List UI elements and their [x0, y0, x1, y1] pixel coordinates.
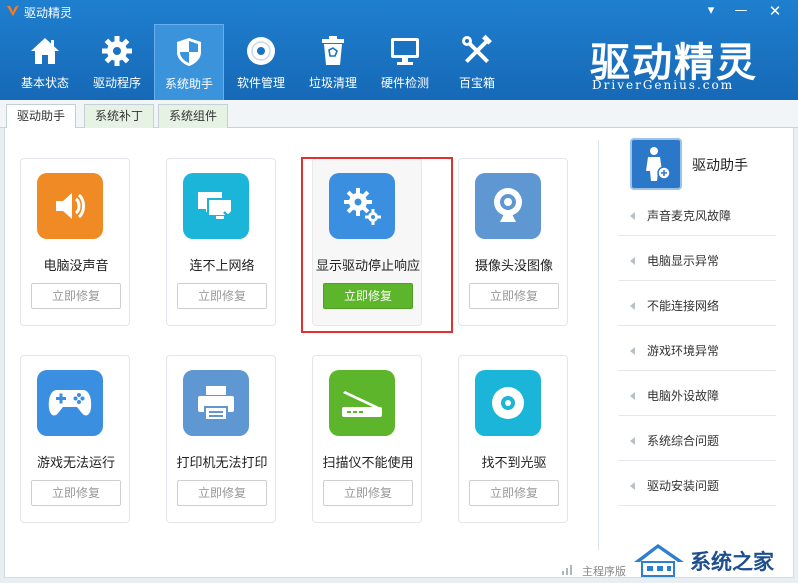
house-icon [31, 38, 59, 64]
arrow-left-icon [630, 481, 635, 490]
card-game-cannot-run[interactable]: 游戏无法运行 立即修复 [20, 355, 130, 523]
card-scanner-unusable[interactable]: 扫描仪不能使用 立即修复 [312, 355, 422, 523]
fix-now-button[interactable]: 立即修复 [31, 480, 121, 506]
card-label: 打印机无法打印 [176, 456, 268, 471]
sidebar-item-system[interactable]: 系统综合问题 [618, 421, 776, 461]
fix-now-button[interactable]: 立即修复 [323, 480, 413, 506]
tool-label: 系统助手 [164, 77, 213, 91]
monitor-icon [391, 38, 419, 65]
tool-label: 基本状态 [20, 76, 69, 90]
selection-highlight [301, 157, 453, 333]
card-optical-drive-missing[interactable]: 找不到光驱 立即修复 [458, 355, 568, 523]
trash-icon [322, 36, 344, 65]
speaker-icon [37, 173, 103, 239]
sidebar-item-label: 驱动安装问题 [647, 479, 720, 493]
tool-junk-cleanup[interactable]: 垃圾清理 [298, 24, 368, 96]
brand-logo: 驱动精灵 DriverGenius.com [590, 30, 770, 94]
tab-system-components[interactable]: 系统组件 [158, 104, 229, 128]
tool-label: 驱动程序 [92, 76, 141, 90]
minimize-button[interactable]: — [730, 2, 752, 20]
arrow-left-icon [630, 391, 635, 400]
tool-label: 垃圾清理 [308, 76, 357, 90]
tool-hardware-detection[interactable]: 硬件检测 [370, 24, 440, 96]
tab-system-patches[interactable]: 系统补丁 [84, 104, 155, 128]
disc-icon [247, 37, 275, 65]
gear-icon [102, 36, 132, 66]
printer-icon [183, 370, 249, 436]
sidebar-item-label: 电脑外设故障 [647, 389, 720, 403]
brand-url: DriverGenius.com [592, 78, 735, 92]
arrow-left-icon [630, 256, 635, 265]
network-disconnected-icon [183, 173, 249, 239]
card-label: 扫描仪不能使用 [322, 456, 414, 471]
gamepad-icon [37, 370, 103, 436]
main-toolbar: 基本状态 驱动程序 系统助手 软件管理 垃圾清理 硬件检测 百宝箱 [10, 24, 514, 100]
title-bar: 驱动精灵 ▾ — ✕ [0, 0, 798, 22]
arrow-left-icon [630, 211, 635, 220]
tool-driver-programs[interactable]: 驱动程序 [82, 24, 152, 96]
sidebar-item-peripherals[interactable]: 电脑外设故障 [618, 376, 776, 416]
card-network-disconnected[interactable]: 连不上网络 立即修复 [166, 158, 276, 326]
app-logo-icon [7, 5, 19, 16]
signal-icon [562, 565, 572, 575]
watermark-text: 系统之家 [690, 550, 774, 574]
window-title: 驱动精灵 [24, 6, 73, 20]
card-webcam-no-image[interactable]: 摄像头没图像 立即修复 [458, 158, 568, 326]
menu-button[interactable]: ▾ [700, 2, 722, 20]
tool-software-management[interactable]: 软件管理 [226, 24, 296, 96]
tools-icon [462, 34, 492, 64]
card-label: 游戏无法运行 [36, 456, 115, 471]
fix-now-button[interactable]: 立即修复 [177, 283, 267, 309]
tool-toolbox[interactable]: 百宝箱 [442, 24, 512, 96]
sidebar-item-label: 系统综合问题 [647, 434, 720, 448]
tool-system-assistant[interactable]: 系统助手 [154, 24, 224, 100]
scanner-icon [329, 370, 395, 436]
close-button[interactable]: ✕ [764, 2, 786, 20]
driver-assistant-icon [630, 138, 682, 190]
fix-now-button[interactable]: 立即修复 [31, 283, 121, 309]
sidebar-item-game-env[interactable]: 游戏环境异常 [618, 331, 776, 371]
arrow-left-icon [630, 436, 635, 445]
card-printer-cannot-print[interactable]: 打印机无法打印 立即修复 [166, 355, 276, 523]
sidebar-item-label: 电脑显示异常 [647, 254, 720, 268]
sidebar-item-network[interactable]: 不能连接网络 [618, 286, 776, 326]
house-logo-icon [634, 544, 684, 577]
card-label: 电脑没声音 [43, 259, 109, 274]
shield-icon [177, 38, 201, 66]
tool-basic-status[interactable]: 基本状态 [10, 24, 80, 96]
sidebar-item-label: 声音麦克风故障 [647, 209, 732, 223]
version-label: 主程序版 [582, 565, 626, 578]
arrow-left-icon [630, 301, 635, 310]
tool-label: 软件管理 [236, 76, 285, 90]
watermark: 系统之家 [630, 540, 798, 583]
sidebar-item-label: 游戏环境异常 [647, 344, 720, 358]
sidebar-item-driver-install[interactable]: 驱动安装问题 [618, 466, 776, 506]
sidebar-divider [598, 140, 599, 550]
fix-now-button[interactable]: 立即修复 [177, 480, 267, 506]
fix-now-button[interactable]: 立即修复 [469, 283, 559, 309]
optical-disc-icon [475, 370, 541, 436]
fix-now-button[interactable]: 立即修复 [469, 480, 559, 506]
card-no-sound[interactable]: 电脑没声音 立即修复 [20, 158, 130, 326]
card-label: 摄像头没图像 [474, 259, 553, 274]
tool-label: 百宝箱 [458, 76, 495, 90]
sidebar-item-sound-mic[interactable]: 声音麦克风故障 [618, 196, 776, 236]
tool-label: 硬件检测 [380, 76, 429, 90]
arrow-left-icon [630, 346, 635, 355]
card-label: 连不上网络 [189, 259, 255, 274]
tab-driver-assistant[interactable]: 驱动助手 [6, 104, 77, 129]
card-label: 找不到光驱 [481, 456, 547, 471]
sidebar-item-display[interactable]: 电脑显示异常 [618, 241, 776, 281]
sidebar-item-label: 不能连接网络 [647, 299, 720, 313]
webcam-icon [475, 173, 541, 239]
sidebar-title: 驱动助手 [692, 158, 748, 174]
sub-tab-bar: 驱动助手 系统补丁 系统组件 [0, 100, 798, 129]
